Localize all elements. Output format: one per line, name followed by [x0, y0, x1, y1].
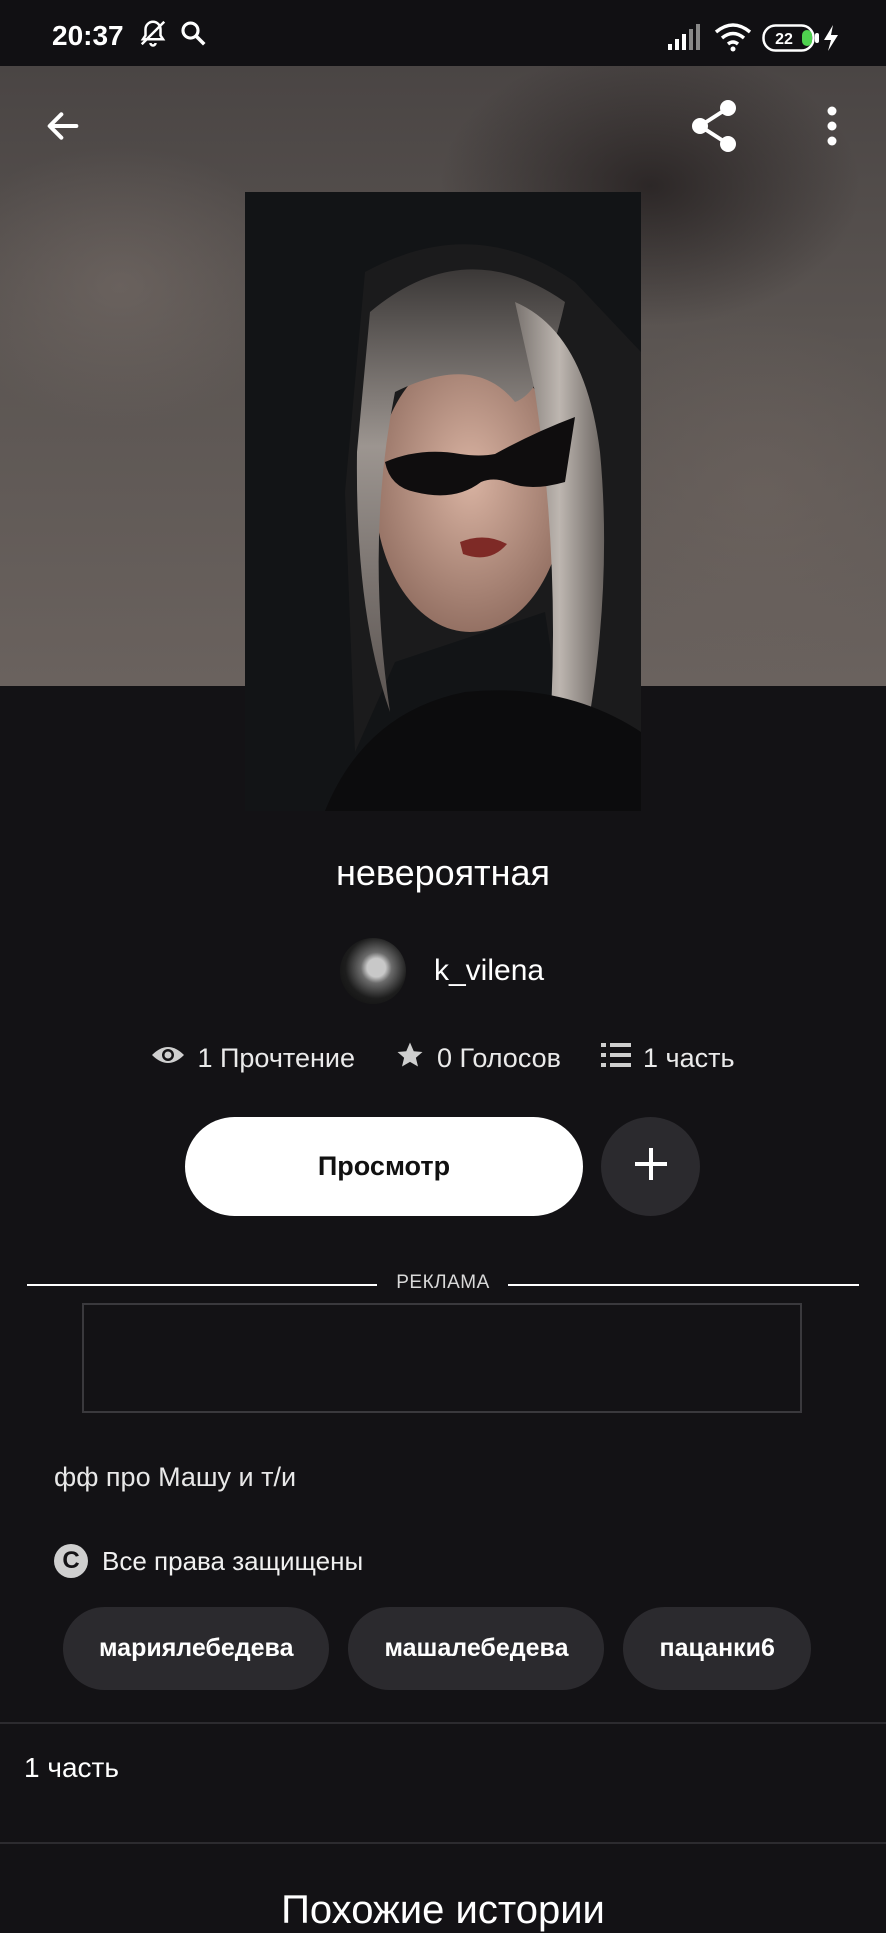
more-options-button[interactable]	[800, 96, 864, 160]
tag-list: мариялебедева машалебедева пацанки6	[63, 1607, 830, 1690]
signal-icon	[668, 24, 704, 55]
similar-stories-title: Похожие истории	[281, 1888, 605, 1932]
add-to-library-button[interactable]	[601, 1117, 700, 1216]
charging-icon	[822, 24, 840, 57]
battery-icon: 22	[762, 24, 820, 57]
arrow-left-icon	[43, 106, 83, 151]
author-name[interactable]: k_vilena	[434, 954, 544, 988]
more-vertical-icon	[826, 106, 838, 151]
ad-slot[interactable]	[82, 1303, 802, 1413]
reads-count: 1 Прочтение	[197, 1043, 355, 1073]
story-title: невероятная	[335, 852, 551, 893]
ad-label: РЕКЛАМА	[396, 1272, 490, 1293]
story-description: фф про Машу и т/и	[54, 1462, 297, 1492]
bell-off-icon	[138, 18, 168, 53]
share-icon	[686, 98, 742, 159]
read-button[interactable]: Просмотр	[185, 1117, 583, 1216]
story-stats: 1 Прочтение 0 Голосов 1 часть	[0, 1040, 886, 1077]
votes-stat: 0 Голосов	[395, 1040, 561, 1077]
ad-header: РЕКЛАМА	[27, 1270, 859, 1300]
plus-icon	[631, 1144, 671, 1189]
author-link[interactable]: k_vilena	[340, 936, 544, 1006]
section-divider	[0, 1722, 886, 1724]
copyright-icon: C	[54, 1544, 88, 1578]
status-time: 20:37	[52, 20, 124, 51]
author-avatar[interactable]	[340, 938, 406, 1004]
story-cover-image[interactable]	[245, 192, 641, 811]
parts-list-header[interactable]: 1 часть	[24, 1752, 119, 1784]
tag-chip[interactable]: пацанки6	[623, 1607, 811, 1690]
svg-text:22: 22	[775, 31, 793, 48]
copyright-text: Все права защищены	[102, 1545, 364, 1576]
search-icon	[178, 18, 208, 53]
votes-count: 0 Голосов	[436, 1043, 561, 1073]
back-button[interactable]	[31, 96, 95, 160]
reads-stat: 1 Прочтение	[151, 1043, 355, 1074]
parts-count: 1 часть	[642, 1043, 735, 1073]
section-divider	[0, 1842, 886, 1844]
star-icon	[395, 1040, 437, 1077]
copyright-row: C Все права защищены	[54, 1544, 363, 1578]
share-button[interactable]	[682, 96, 746, 160]
tag-chip[interactable]: мариялебедева	[63, 1607, 330, 1690]
ad-divider-right	[508, 1284, 859, 1286]
parts-stat: 1 часть	[600, 1042, 735, 1075]
wifi-icon	[714, 22, 752, 57]
list-icon	[600, 1042, 643, 1075]
tag-chip[interactable]: машалебедева	[348, 1607, 605, 1690]
status-bar: 20:37 22	[0, 0, 886, 66]
eye-icon	[151, 1043, 197, 1074]
